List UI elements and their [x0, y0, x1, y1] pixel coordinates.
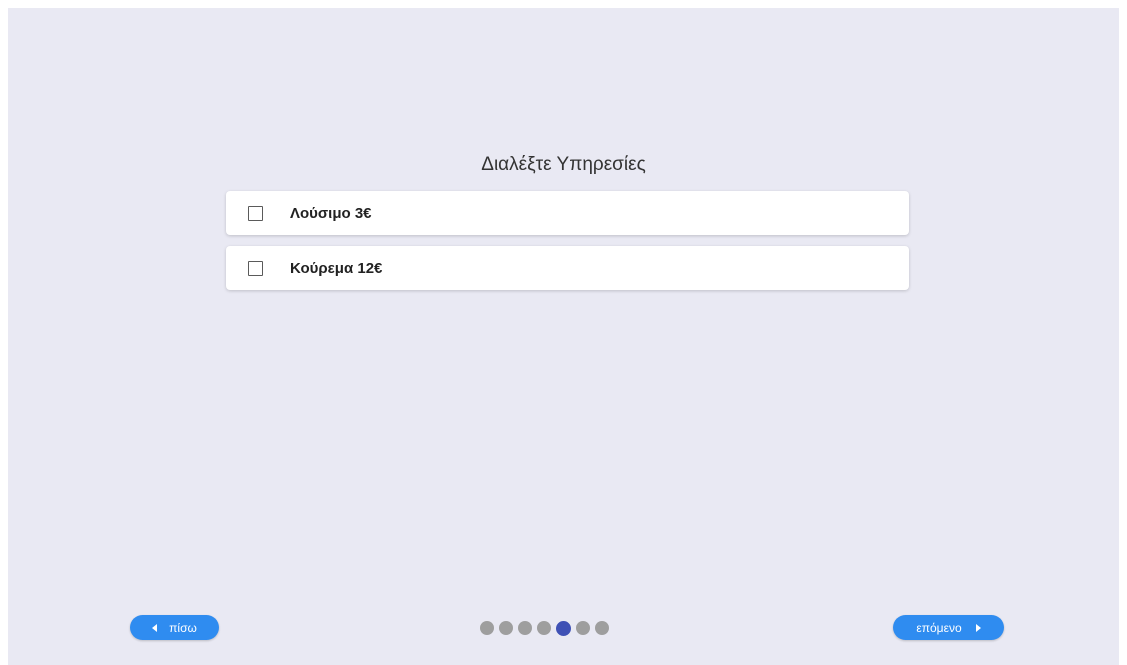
step-dot[interactable]: [595, 621, 609, 635]
caret-left-icon: [152, 623, 158, 632]
back-button-label: πίσω: [169, 620, 197, 635]
step-dot[interactable]: [537, 621, 551, 635]
step-dot[interactable]: [576, 621, 590, 635]
service-label: Λούσιμο 3€: [290, 204, 372, 222]
step-dot[interactable]: [480, 621, 494, 635]
service-label: Κούρεμα 12€: [290, 259, 383, 277]
service-item-washing[interactable]: Λούσιμο 3€: [226, 191, 909, 235]
step-dot[interactable]: [499, 621, 513, 635]
back-button[interactable]: πίσω: [130, 615, 219, 640]
page-title: Διαλέξτε Υπηρεσίες: [481, 154, 646, 175]
step-indicator: [480, 620, 614, 636]
step-dot[interactable]: [518, 621, 532, 635]
step-dot-active[interactable]: [556, 620, 571, 636]
app-container: Διαλέξτε Υπηρεσίες Λούσιμο 3€ Κούρεμα 12…: [8, 8, 1119, 665]
checkbox-icon[interactable]: [248, 260, 263, 276]
next-button-label: επόμενο: [916, 620, 962, 635]
caret-right-icon: [975, 623, 981, 632]
service-item-haircut[interactable]: Κούρεμα 12€: [226, 246, 909, 290]
next-button[interactable]: επόμενο: [893, 615, 1004, 640]
services-list: Λούσιμο 3€ Κούρεμα 12€: [226, 191, 909, 301]
checkbox-icon[interactable]: [248, 205, 263, 221]
